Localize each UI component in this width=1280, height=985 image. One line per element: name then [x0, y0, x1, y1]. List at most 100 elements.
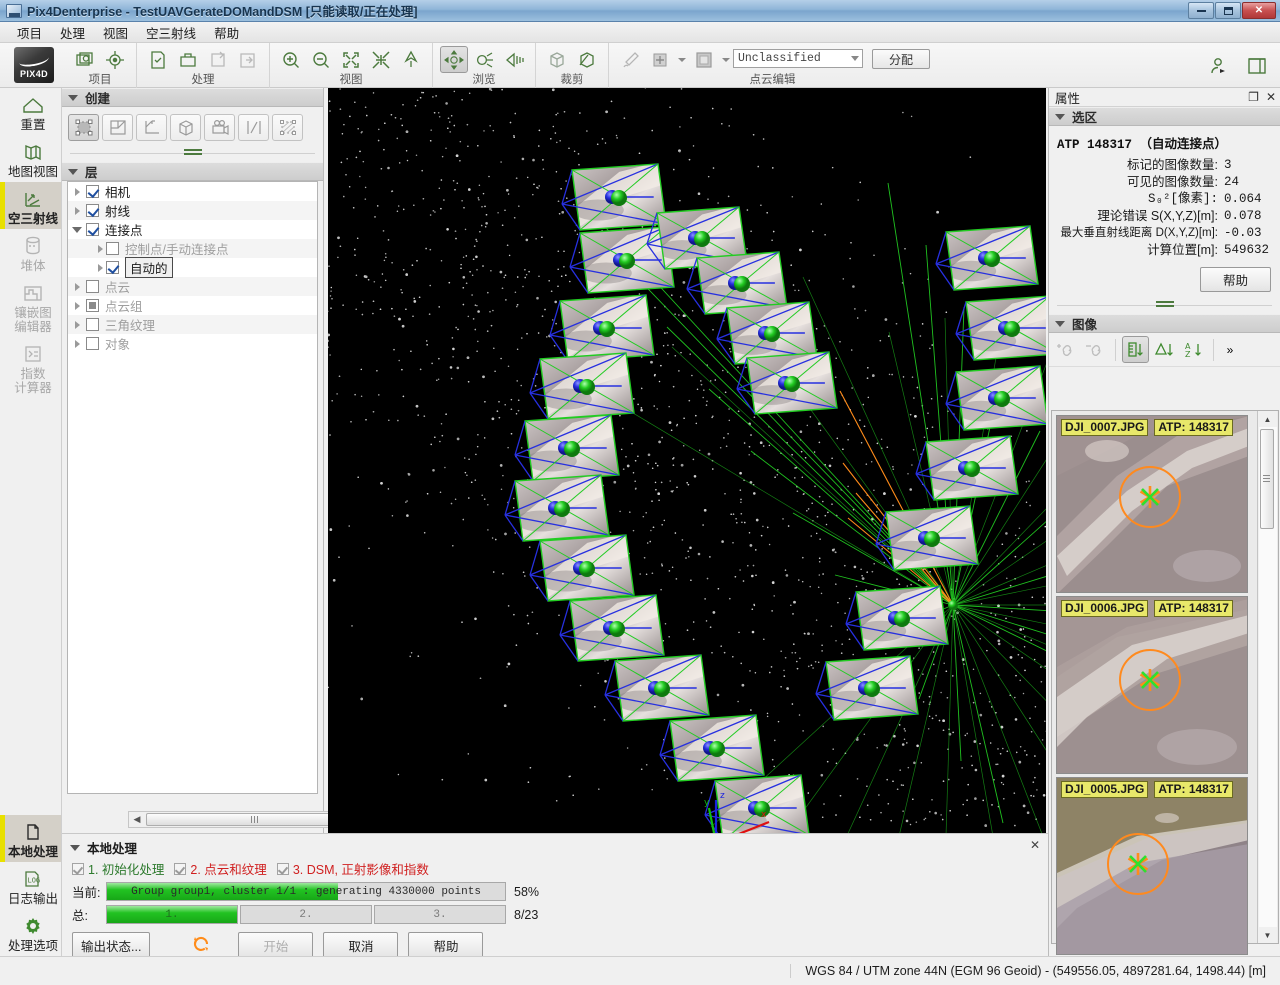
remove-marker-icon[interactable]: [1082, 336, 1109, 363]
right-panel-splitter[interactable]: [1049, 296, 1280, 314]
layers-tree[interactable]: 相机 射线 连接点 控制点/手动连接点 自动的 点云 点云组 三角纹理 对象: [67, 181, 318, 794]
scrollbar-thumb[interactable]: [1259, 429, 1274, 529]
sidebar-item-mosaic-editor[interactable]: 镶嵌图 编辑器: [0, 276, 61, 337]
step-checkbox[interactable]: [72, 862, 84, 875]
help-button[interactable]: 帮助: [408, 932, 484, 959]
layer-checkbox[interactable]: [86, 185, 99, 198]
close-panel-icon[interactable]: ✕: [1266, 90, 1276, 104]
layer-checkbox[interactable]: [106, 242, 119, 255]
processing-panel-close-icon[interactable]: ✕: [1030, 838, 1040, 852]
add-images-icon[interactable]: [71, 46, 99, 73]
thumbnail-dji-0006[interactable]: DJI_0006.JPG ATP: 148317: [1056, 596, 1248, 774]
menu-rays[interactable]: 空三射线: [137, 21, 205, 44]
float-panel-icon[interactable]: ❐: [1248, 90, 1259, 104]
scrollbar-track[interactable]: [1258, 427, 1277, 927]
zoom-out-icon[interactable]: [307, 46, 335, 73]
create-volume-icon[interactable]: [170, 114, 201, 141]
scroll-up-icon[interactable]: ▲: [1259, 411, 1277, 427]
scroll-left-icon[interactable]: ◀: [129, 814, 145, 825]
classification-select[interactable]: Unclassified: [733, 49, 863, 68]
menu-help[interactable]: 帮助: [205, 21, 248, 44]
expand-toggle[interactable]: [68, 226, 86, 233]
zoom-in-icon[interactable]: [277, 46, 305, 73]
cancel-button[interactable]: 取消: [323, 932, 399, 959]
clip-box-icon[interactable]: [543, 46, 571, 73]
layer-point-groups[interactable]: 点云组: [68, 296, 317, 315]
sidebar-item-map-view[interactable]: 地图视图: [0, 135, 61, 182]
expand-toggle[interactable]: [68, 339, 86, 348]
create-distance-icon[interactable]: [238, 114, 269, 141]
sort-by-scale-icon[interactable]: [1122, 336, 1149, 363]
create-camera-icon[interactable]: [204, 114, 235, 141]
images-section-header[interactable]: 图像: [1049, 314, 1280, 333]
sidebar-item-index-calculator[interactable]: 指数 计算器: [0, 337, 61, 398]
ray-cloud-viewport[interactable]: x y z: [328, 88, 1046, 833]
pan-tool-icon[interactable]: [470, 46, 498, 73]
sidebar-item-log-output[interactable]: LOG 日志输出: [0, 862, 61, 909]
layer-checkbox[interactable]: [86, 299, 99, 312]
sidebar-item-volumes[interactable]: 堆体: [0, 229, 61, 276]
layer-checkbox[interactable]: [86, 318, 99, 331]
project-crs-icon[interactable]: [101, 46, 129, 73]
add-marker-icon[interactable]: [1053, 336, 1080, 363]
brush-select-icon[interactable]: [646, 46, 674, 73]
pick-tool-icon[interactable]: [616, 46, 644, 73]
step-initial-processing[interactable]: 1. 初始化处理: [72, 859, 164, 878]
open-folder-icon[interactable]: [174, 46, 202, 73]
layer-triangle-mesh[interactable]: 三角纹理: [68, 315, 317, 334]
assign-button[interactable]: 分配: [872, 49, 931, 69]
clip-view-icon[interactable]: [500, 46, 528, 73]
step-point-cloud-mesh[interactable]: 2. 点云和纹理: [174, 859, 267, 878]
sidebar-item-reset[interactable]: 重置: [0, 88, 61, 135]
scroll-down-icon[interactable]: ▼: [1259, 927, 1277, 943]
menu-process[interactable]: 处理: [51, 21, 94, 44]
layer-rays[interactable]: 射线: [68, 201, 317, 220]
layer-objects[interactable]: 对象: [68, 334, 317, 353]
create-surface-icon[interactable]: [68, 114, 99, 141]
rect-select-icon[interactable]: [690, 46, 718, 73]
thumbnail-dji-0007[interactable]: DJI_0007.JPG ATP: 148317: [1056, 415, 1248, 593]
output-status-button[interactable]: 输出状态...: [72, 932, 151, 959]
layer-gcp-manual-tie-points[interactable]: 控制点/手动连接点: [68, 239, 317, 258]
zoom-extent-icon[interactable]: [337, 46, 365, 73]
properties-help-button[interactable]: 帮助: [1199, 267, 1271, 292]
layer-checkbox[interactable]: [106, 261, 119, 274]
sidebar-item-local-processing[interactable]: 本地处理: [0, 815, 61, 862]
create-polyline-icon[interactable]: [136, 114, 167, 141]
step-checkbox[interactable]: [174, 862, 187, 875]
expand-toggle[interactable]: [68, 263, 106, 272]
minimize-button[interactable]: [1188, 2, 1214, 19]
thumbnails-scrollbar[interactable]: ▲ ▼: [1257, 411, 1277, 943]
layer-checkbox[interactable]: [86, 223, 99, 236]
processing-panel-header[interactable]: 本地处理: [62, 834, 1048, 859]
step-checkbox[interactable]: [276, 862, 289, 875]
layer-automatic-tie-points[interactable]: 自动的: [68, 257, 317, 278]
sort-by-error-icon[interactable]: [1151, 336, 1178, 363]
top-view-icon[interactable]: [397, 46, 425, 73]
create-panel-header[interactable]: 创建: [62, 88, 323, 107]
reoptimize-icon[interactable]: [204, 46, 232, 73]
sidebar-item-ray-cloud[interactable]: 空三射线: [0, 182, 61, 229]
layer-point-cloud[interactable]: 点云: [68, 277, 317, 296]
brush-dropdown-icon[interactable]: [676, 46, 688, 73]
expand-toggle[interactable]: [68, 244, 106, 253]
panel-splitter[interactable]: [62, 144, 323, 162]
create-grid-icon[interactable]: [272, 114, 303, 141]
sidebar-item-processing-options[interactable]: 处理选项: [0, 909, 61, 956]
menu-view[interactable]: 视图: [94, 21, 137, 44]
selection-section-header[interactable]: 选区: [1049, 107, 1280, 126]
layer-tie-points[interactable]: 连接点: [68, 220, 317, 239]
clip-polygon-icon[interactable]: [573, 46, 601, 73]
zoom-selection-icon[interactable]: [367, 46, 395, 73]
layer-checkbox[interactable]: [86, 280, 99, 293]
thumbnail-dji-0005[interactable]: DJI_0005.JPG ATP: 148317: [1056, 777, 1248, 955]
expand-toggle[interactable]: [68, 187, 86, 196]
step-dsm-ortho-index[interactable]: 3. DSM, 正射影像和指数: [276, 859, 429, 878]
layer-checkbox[interactable]: [86, 337, 99, 350]
start-button[interactable]: 开始: [238, 932, 314, 959]
layer-cameras[interactable]: 相机: [68, 182, 317, 201]
user-account-icon[interactable]: [1205, 52, 1233, 79]
expand-toggle[interactable]: [68, 282, 86, 291]
layer-checkbox[interactable]: [86, 204, 99, 217]
image-thumbnails-list[interactable]: DJI_0007.JPG ATP: 148317 DJI_0006.JPG AT…: [1051, 410, 1279, 955]
